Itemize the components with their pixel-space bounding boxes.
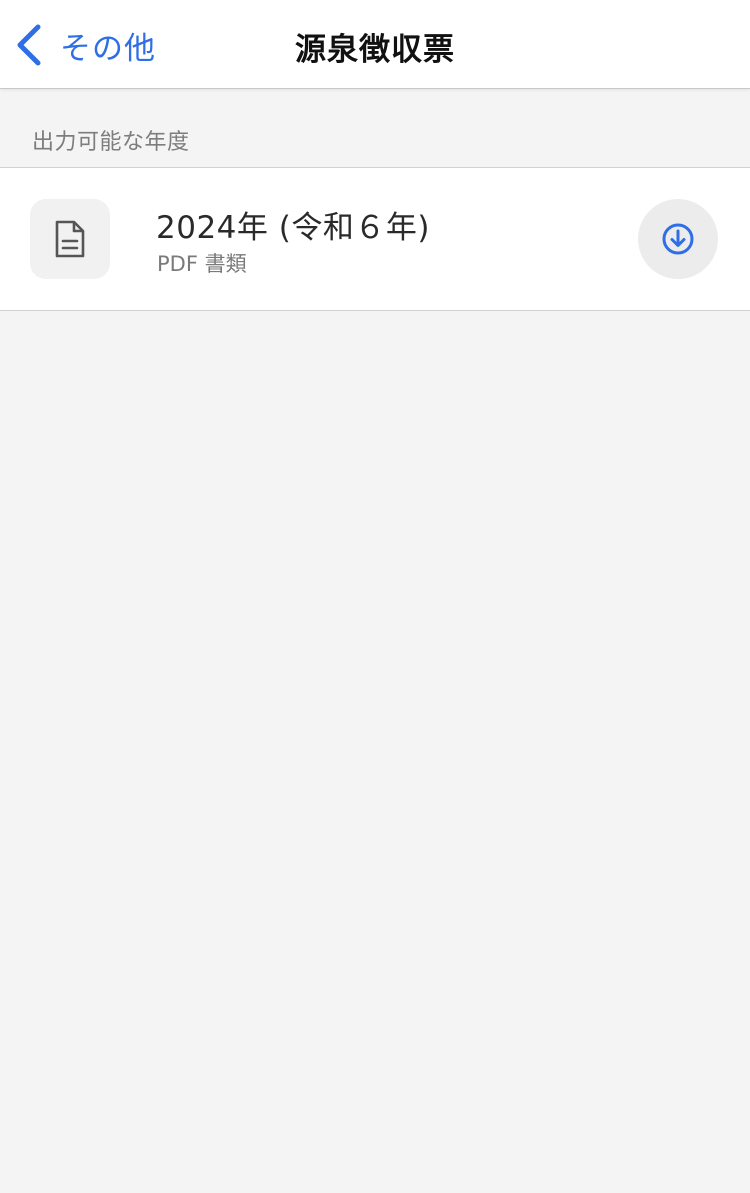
download-circle-icon bbox=[662, 223, 694, 255]
page-title: 源泉徴収票 bbox=[295, 32, 455, 68]
section-header: 出力可能な年度 bbox=[32, 130, 190, 155]
year-list: 2024年 (令和６年) PDF 書類 bbox=[0, 167, 750, 311]
download-button[interactable] bbox=[638, 199, 718, 279]
navigation-bar: その他 源泉徴収票 bbox=[0, 0, 750, 89]
document-icon-container bbox=[30, 199, 110, 279]
document-icon bbox=[55, 220, 85, 258]
list-item-title: 2024年 (令和６年) bbox=[156, 210, 430, 246]
list-item-subtitle: PDF 書類 bbox=[157, 252, 247, 276]
